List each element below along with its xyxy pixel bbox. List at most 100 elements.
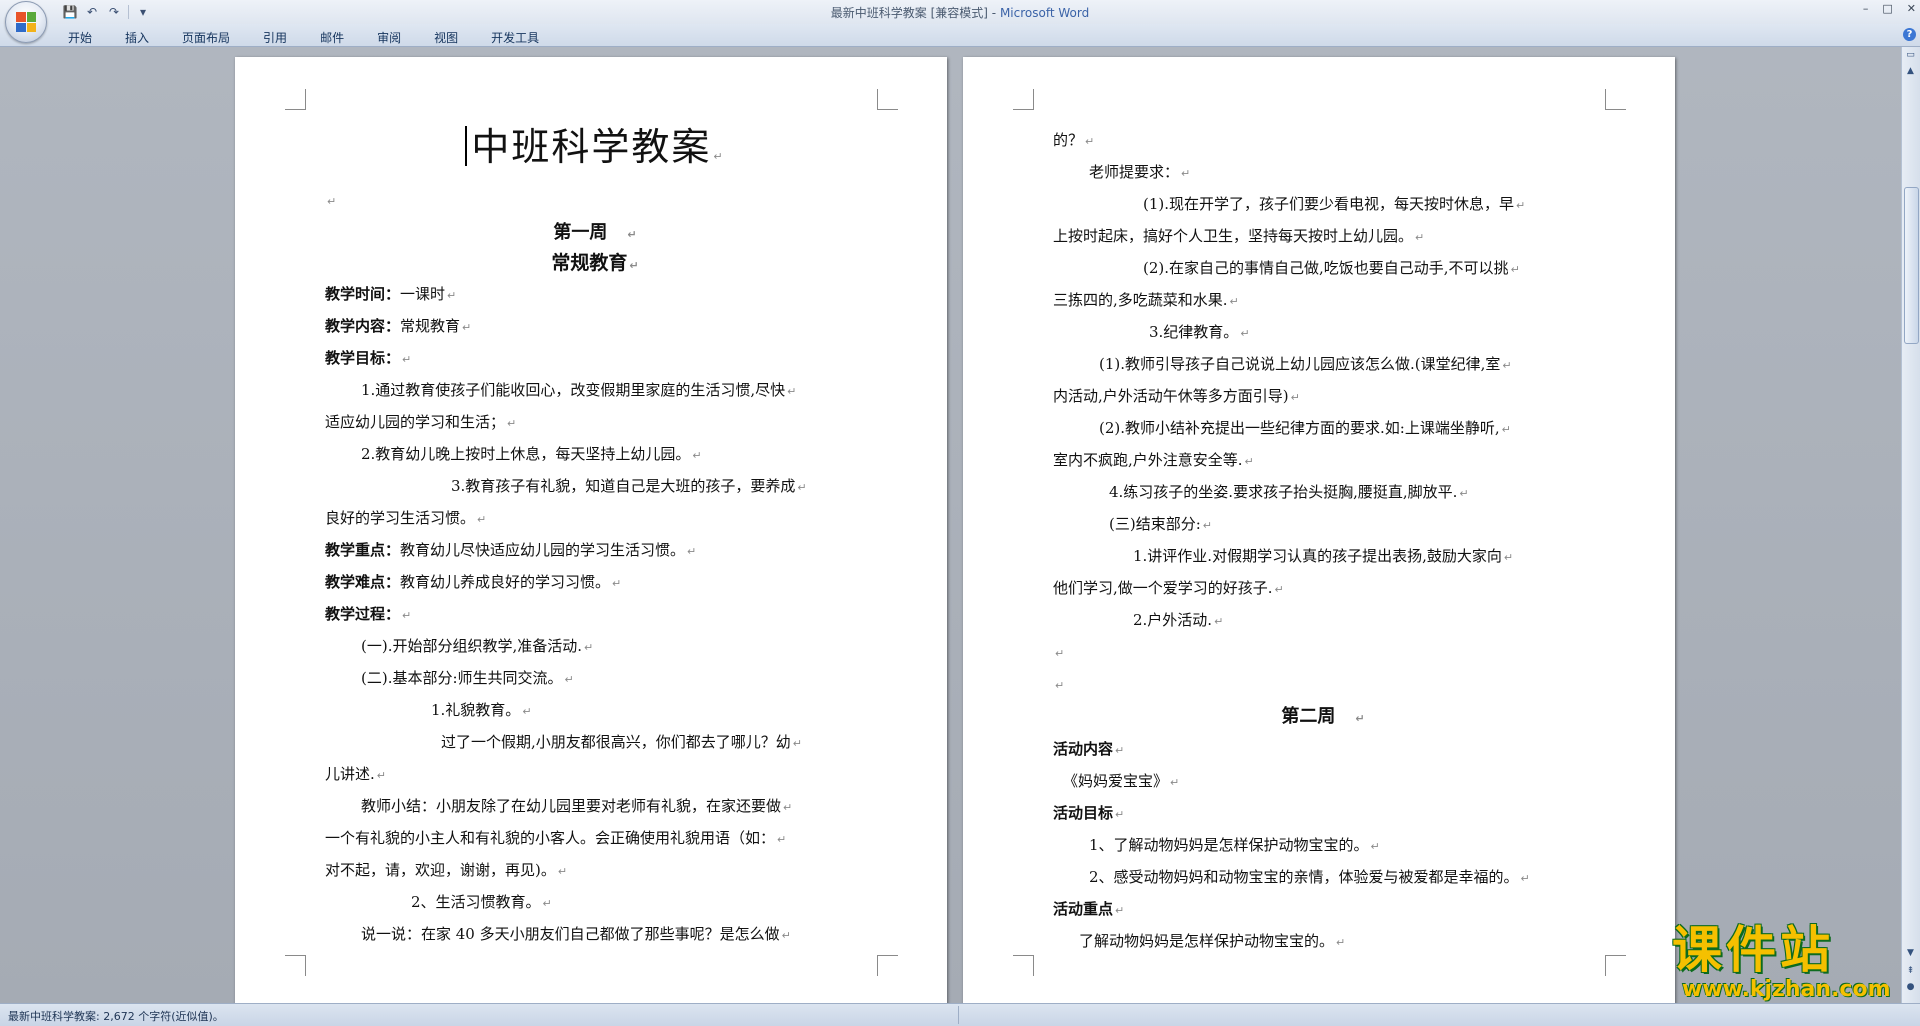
- paragraph-text: (1).现在开学了，孩子们要少看电视，每天按时休息，早: [1143, 195, 1515, 213]
- app-name: Microsoft Word: [999, 6, 1090, 20]
- page-2[interactable]: 的？ ↵ 老师提要求： ↵ (1).现在开学了，孩子们要少看电视，每天按时休息，早 ↵ 上按…: [963, 57, 1675, 1003]
- paragraph-mark: ↵: [584, 641, 594, 654]
- paragraph-text: 教师小结：小朋友除了在幼儿园里要对老师有礼貌，在家还要做: [361, 797, 782, 815]
- paragraph-mark: ↵: [612, 577, 622, 590]
- paragraph-text: 一个有礼貌的小主人和有礼貌的小客人。会正确使用礼貌用语（如：: [325, 829, 776, 847]
- minimize-button[interactable]: –: [1863, 2, 1869, 15]
- tab-review[interactable]: 审阅: [367, 27, 411, 48]
- paragraph-text: 对不起，请，欢迎，谢谢，再见)。: [325, 861, 556, 879]
- scroll-thumb[interactable]: [1904, 187, 1919, 344]
- document-name: 最新中班科学教案 [兼容模式]: [830, 6, 988, 20]
- page-1[interactable]: 中班科学教案 ↵ ↵ 第一周 ↵ 常规教育 ↵ 教学时间：一课时 ↵ 教学内容：常规教育 ↵…: [235, 57, 947, 1003]
- paragraph: (二).基本部分:师生共同交流。 ↵: [325, 663, 865, 695]
- paragraph-text: (二).基本部分:师生共同交流。: [361, 669, 563, 687]
- paragraph-mark: ↵: [1115, 744, 1125, 757]
- tab-view[interactable]: 视图: [424, 27, 468, 48]
- ribbon: 开始 插入 页面布局 引用 邮件 审阅 视图 开发工具 ?: [0, 24, 1920, 47]
- paragraph-text: 教育幼儿养成良好的学习习惯。: [400, 573, 611, 591]
- office-button[interactable]: [5, 1, 47, 43]
- previous-page-icon[interactable]: ⇞: [1904, 965, 1917, 978]
- ruler-toggle-icon[interactable]: ▭: [1904, 49, 1917, 62]
- paragraph-text: (一).开始部分组织教学,准备活动.: [361, 637, 583, 655]
- paragraph: 上按时起床，搞好个人卫生，坚持每天按时上幼儿园。 ↵: [1053, 221, 1593, 253]
- paragraph: 1、了解动物妈妈是怎样保护动物宝宝的。 ↵: [1053, 830, 1593, 862]
- paragraph: 教学时间：一课时 ↵: [325, 279, 865, 311]
- paragraph: 三拣四的,多吃蔬菜和水果. ↵: [1053, 285, 1593, 317]
- paragraph: 老师提要求： ↵: [1053, 157, 1593, 189]
- paragraph-mark: ↵: [692, 449, 702, 462]
- status-divider: [958, 1006, 959, 1024]
- help-icon[interactable]: ?: [1903, 28, 1916, 41]
- paragraph: 他们学习,做一个爱学习的好孩子. ↵: [1053, 573, 1593, 605]
- paragraph-mark: ↵: [542, 897, 552, 910]
- paragraph: 4.练习孩子的坐姿.要求孩子抬头挺胸,腰挺直,脚放平. ↵: [1053, 477, 1593, 509]
- tab-mailings[interactable]: 邮件: [310, 27, 354, 48]
- paragraph-mark: ↵: [1502, 359, 1512, 372]
- paragraph-mark: ↵: [687, 545, 697, 558]
- title-separator: -: [987, 6, 1000, 20]
- paragraph-text: 3.教育孩子有礼貌，知道自己是大班的孩子，要养成: [451, 477, 796, 495]
- paragraph-mark: ↵: [462, 321, 472, 334]
- close-button[interactable]: ✕: [1907, 2, 1916, 15]
- paragraph: 2.户外活动. ↵: [1053, 605, 1593, 637]
- vertical-scrollbar[interactable]: ▭ ▲ ▼ ⇞ ●: [1901, 47, 1920, 1003]
- paragraph: 1.通过教育使孩子们能收回心，改变假期里家庭的生活习惯,尽快 ↵: [325, 375, 865, 407]
- browse-object-icon[interactable]: ●: [1904, 981, 1917, 994]
- paragraph-mark: ↵: [781, 929, 791, 942]
- field-label: 教学重点：: [325, 541, 401, 559]
- paragraph-mark: ↵: [787, 385, 797, 398]
- paragraph-mark: ↵: [797, 481, 807, 494]
- paragraph-mark: ↵: [1214, 615, 1224, 628]
- office-logo-icon: [16, 12, 36, 32]
- paragraph: 适应幼儿园的学习和生活； ↵: [325, 407, 865, 439]
- paragraph-mark: ↵: [1459, 487, 1469, 500]
- paragraph-text: 一课时: [400, 285, 446, 303]
- paragraph-text: 2.教育幼儿晚上按时上休息，每天坚持上幼儿园。: [361, 445, 691, 463]
- paragraph-text: (2).教师小结补充提出一些纪律方面的要求.如:上课端坐静听,: [1099, 419, 1500, 437]
- paragraph-mark: ↵: [477, 513, 487, 526]
- paragraph-text: 2、感受动物妈妈和动物宝宝的亲情，体验爱与被爱都是幸福的。: [1089, 868, 1519, 886]
- paragraph-mark: ↵: [564, 673, 574, 686]
- word-count-status[interactable]: 最新中班科学教案: 2,672 个字符(近似值)。: [8, 1008, 224, 1024]
- paragraph-text: 2、生活习惯教育。: [411, 893, 541, 911]
- field-label: 活动内容: [1053, 740, 1114, 758]
- tab-home[interactable]: 开始: [58, 27, 102, 48]
- paragraph-mark: ↵: [1510, 263, 1520, 276]
- paragraph-text: 教育幼儿尽快适应幼儿园的学习生活习惯。: [400, 541, 686, 559]
- paragraph: 教师小结：小朋友除了在幼儿园里要对老师有礼貌，在家还要做 ↵: [325, 791, 865, 823]
- margin-corner-mark: [1013, 89, 1034, 110]
- margin-corner-mark: [1605, 89, 1626, 110]
- paragraph: (三)结束部分: ↵: [1053, 509, 1593, 541]
- paragraph: 教学过程： ↵: [325, 599, 865, 631]
- paragraph: 1.礼貌教育。 ↵: [325, 695, 865, 727]
- paragraph-text: 过了一个假期,小朋友都很高兴，你们都去了哪儿？幼: [441, 733, 791, 751]
- tab-page-layout[interactable]: 页面布局: [172, 27, 240, 48]
- maximize-button[interactable]: □: [1882, 2, 1892, 15]
- tab-insert[interactable]: 插入: [115, 27, 159, 48]
- paragraph-text: (2).在家自己的事情自己做,吃饭也要自己动手,不可以挑: [1143, 259, 1509, 277]
- field-label: 活动目标: [1053, 804, 1114, 822]
- paragraph: 良好的学习生活习惯。 ↵: [325, 503, 865, 535]
- scroll-down-icon[interactable]: ▼: [1904, 947, 1917, 960]
- scroll-up-icon[interactable]: ▲: [1904, 65, 1917, 78]
- margin-corner-mark: [1605, 955, 1626, 976]
- tab-developer[interactable]: 开发工具: [481, 27, 549, 48]
- title-bar: 💾 ↶ ↷ ▾ 最新中班科学教案 [兼容模式] - Microsoft Word…: [0, 0, 1920, 24]
- paragraph: 1.讲评作业.对假期学习认真的孩子提出表扬,鼓励大家向 ↵: [1053, 541, 1593, 573]
- text-cursor: [465, 126, 468, 166]
- window-controls: – □ ✕: [1863, 2, 1916, 15]
- paragraph-text: 内活动,户外活动午休等多方面引导): [1053, 387, 1289, 405]
- paragraph-mark: ↵: [1516, 199, 1526, 212]
- margin-corner-mark: [877, 955, 898, 976]
- paragraph: (1).现在开学了，孩子们要少看电视，每天按时休息，早 ↵: [1053, 189, 1593, 221]
- margin-corner-mark: [877, 89, 898, 110]
- tab-references[interactable]: 引用: [253, 27, 297, 48]
- paragraph: 内活动,户外活动午休等多方面引导) ↵: [1053, 381, 1593, 413]
- paragraph-text: 第二周: [1281, 706, 1336, 727]
- paragraph: 说一说：在家 40 多天小朋友们自己都做了那些事呢？是怎么做 ↵: [325, 919, 865, 951]
- paragraph-text: 儿讲述.: [325, 765, 375, 783]
- paragraph-mark: ↵: [1501, 423, 1511, 436]
- paragraph-mark: ↵: [1229, 295, 1239, 308]
- paragraph-mark: ↵: [1240, 327, 1250, 340]
- paragraph: 活动目标 ↵: [1053, 798, 1593, 830]
